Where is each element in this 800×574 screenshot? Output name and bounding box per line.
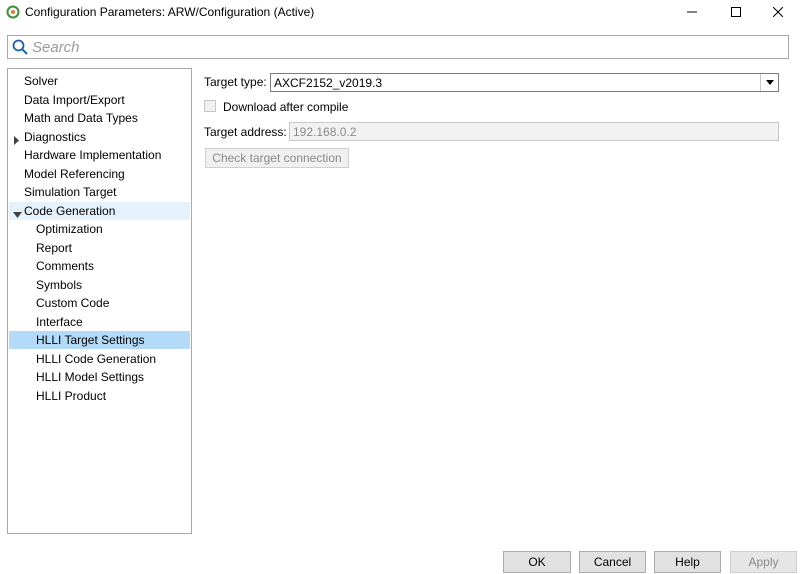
tree-item-interface[interactable]: Interface bbox=[9, 313, 190, 331]
tree-item-label: Symbols bbox=[36, 277, 83, 292]
search-input[interactable] bbox=[32, 37, 772, 57]
category-tree[interactable]: Solver Data Import/Export Math and Data … bbox=[7, 68, 192, 534]
tree-item-label: Custom Code bbox=[36, 296, 110, 310]
search-icon bbox=[12, 39, 28, 58]
tree-item-hlli-code-generation[interactable]: HLLI Code Generation bbox=[9, 350, 190, 368]
download-after-compile-label: Download after compile bbox=[223, 100, 349, 114]
tree-item-math-and-data-types[interactable]: Math and Data Types bbox=[9, 109, 190, 127]
tree-item-hlli-product[interactable]: HLLI Product bbox=[9, 387, 190, 405]
tree-item-label: Model Referencing bbox=[24, 166, 125, 181]
tree-item-report[interactable]: Report bbox=[9, 239, 190, 257]
tree-item-label: HLLI Product bbox=[36, 388, 107, 403]
tree-item-label: Solver bbox=[24, 74, 59, 88]
maximize-icon bbox=[731, 7, 741, 17]
title-bar: Configuration Parameters: ARW/Configurat… bbox=[0, 0, 800, 26]
tree-item-hlli-target-settings[interactable]: HLLI Target Settings bbox=[9, 331, 190, 349]
tree-item-label: HLLI Target Settings bbox=[36, 333, 145, 347]
tree-item-label: Diagnostics bbox=[24, 129, 87, 144]
tree-item-diagnostics[interactable]: Diagnostics bbox=[9, 128, 190, 146]
tree-item-label: HLLI Code Generation bbox=[36, 351, 157, 366]
tree-item-label: Interface bbox=[36, 314, 83, 329]
tree-item-code-generation[interactable]: Code Generation bbox=[9, 201, 190, 220]
close-icon bbox=[773, 7, 783, 17]
tree-item-optimization[interactable]: Optimization bbox=[9, 220, 190, 238]
maximize-button[interactable] bbox=[716, 0, 756, 24]
ok-button[interactable]: OK bbox=[503, 551, 571, 573]
target-address-value: 192.168.0.2 bbox=[293, 125, 357, 139]
minimize-icon bbox=[687, 11, 697, 13]
tree-item-label: Comments bbox=[36, 259, 95, 273]
tree-item-comments[interactable]: Comments bbox=[9, 257, 190, 275]
window-title: Configuration Parameters: ARW/Configurat… bbox=[25, 5, 315, 19]
tree-item-label: Optimization bbox=[36, 222, 103, 236]
tree-item-model-referencing[interactable]: Model Referencing bbox=[9, 165, 190, 183]
tree-item-label: Simulation Target bbox=[24, 185, 117, 199]
close-button[interactable] bbox=[758, 0, 798, 24]
tree-item-label: HLLI Model Settings bbox=[36, 370, 145, 384]
tree-item-label: Math and Data Types bbox=[24, 111, 138, 125]
tree-item-symbols[interactable]: Symbols bbox=[9, 276, 190, 294]
tree-item-custom-code[interactable]: Custom Code bbox=[9, 294, 190, 312]
check-target-connection-button: Check target connection bbox=[205, 148, 349, 168]
tree-item-label: Hardware Implementation bbox=[24, 148, 162, 162]
help-button[interactable]: Help bbox=[654, 551, 721, 573]
apply-button: Apply bbox=[730, 551, 797, 573]
tree-item-hlli-model-settings[interactable]: HLLI Model Settings bbox=[9, 368, 190, 386]
tree-item-label: Report bbox=[36, 240, 73, 255]
simulink-gear-icon bbox=[6, 5, 20, 19]
tree-item-hardware-implementation[interactable]: Hardware Implementation bbox=[9, 146, 190, 164]
tree-item-simulation-target[interactable]: Simulation Target bbox=[9, 183, 190, 201]
target-type-dropdown[interactable]: AXCF2152_v2019.3 bbox=[270, 73, 779, 92]
tree-item-data-import-export[interactable]: Data Import/Export bbox=[9, 91, 190, 109]
target-type-label: Target type: bbox=[204, 75, 267, 89]
tree-item-label: Code Generation bbox=[24, 203, 116, 218]
target-address-field: 192.168.0.2 bbox=[289, 122, 779, 141]
search-box[interactable] bbox=[7, 35, 789, 59]
minimize-button[interactable] bbox=[672, 0, 712, 24]
tree-item-solver[interactable]: Solver bbox=[9, 72, 190, 90]
target-type-value: AXCF2152_v2019.3 bbox=[274, 76, 383, 90]
download-after-compile-checkbox[interactable] bbox=[204, 100, 216, 112]
chevron-down-icon[interactable] bbox=[760, 74, 778, 91]
tree-item-label: Data Import/Export bbox=[24, 92, 125, 107]
cancel-button[interactable]: Cancel bbox=[579, 551, 646, 573]
target-address-label: Target address: bbox=[204, 125, 287, 139]
